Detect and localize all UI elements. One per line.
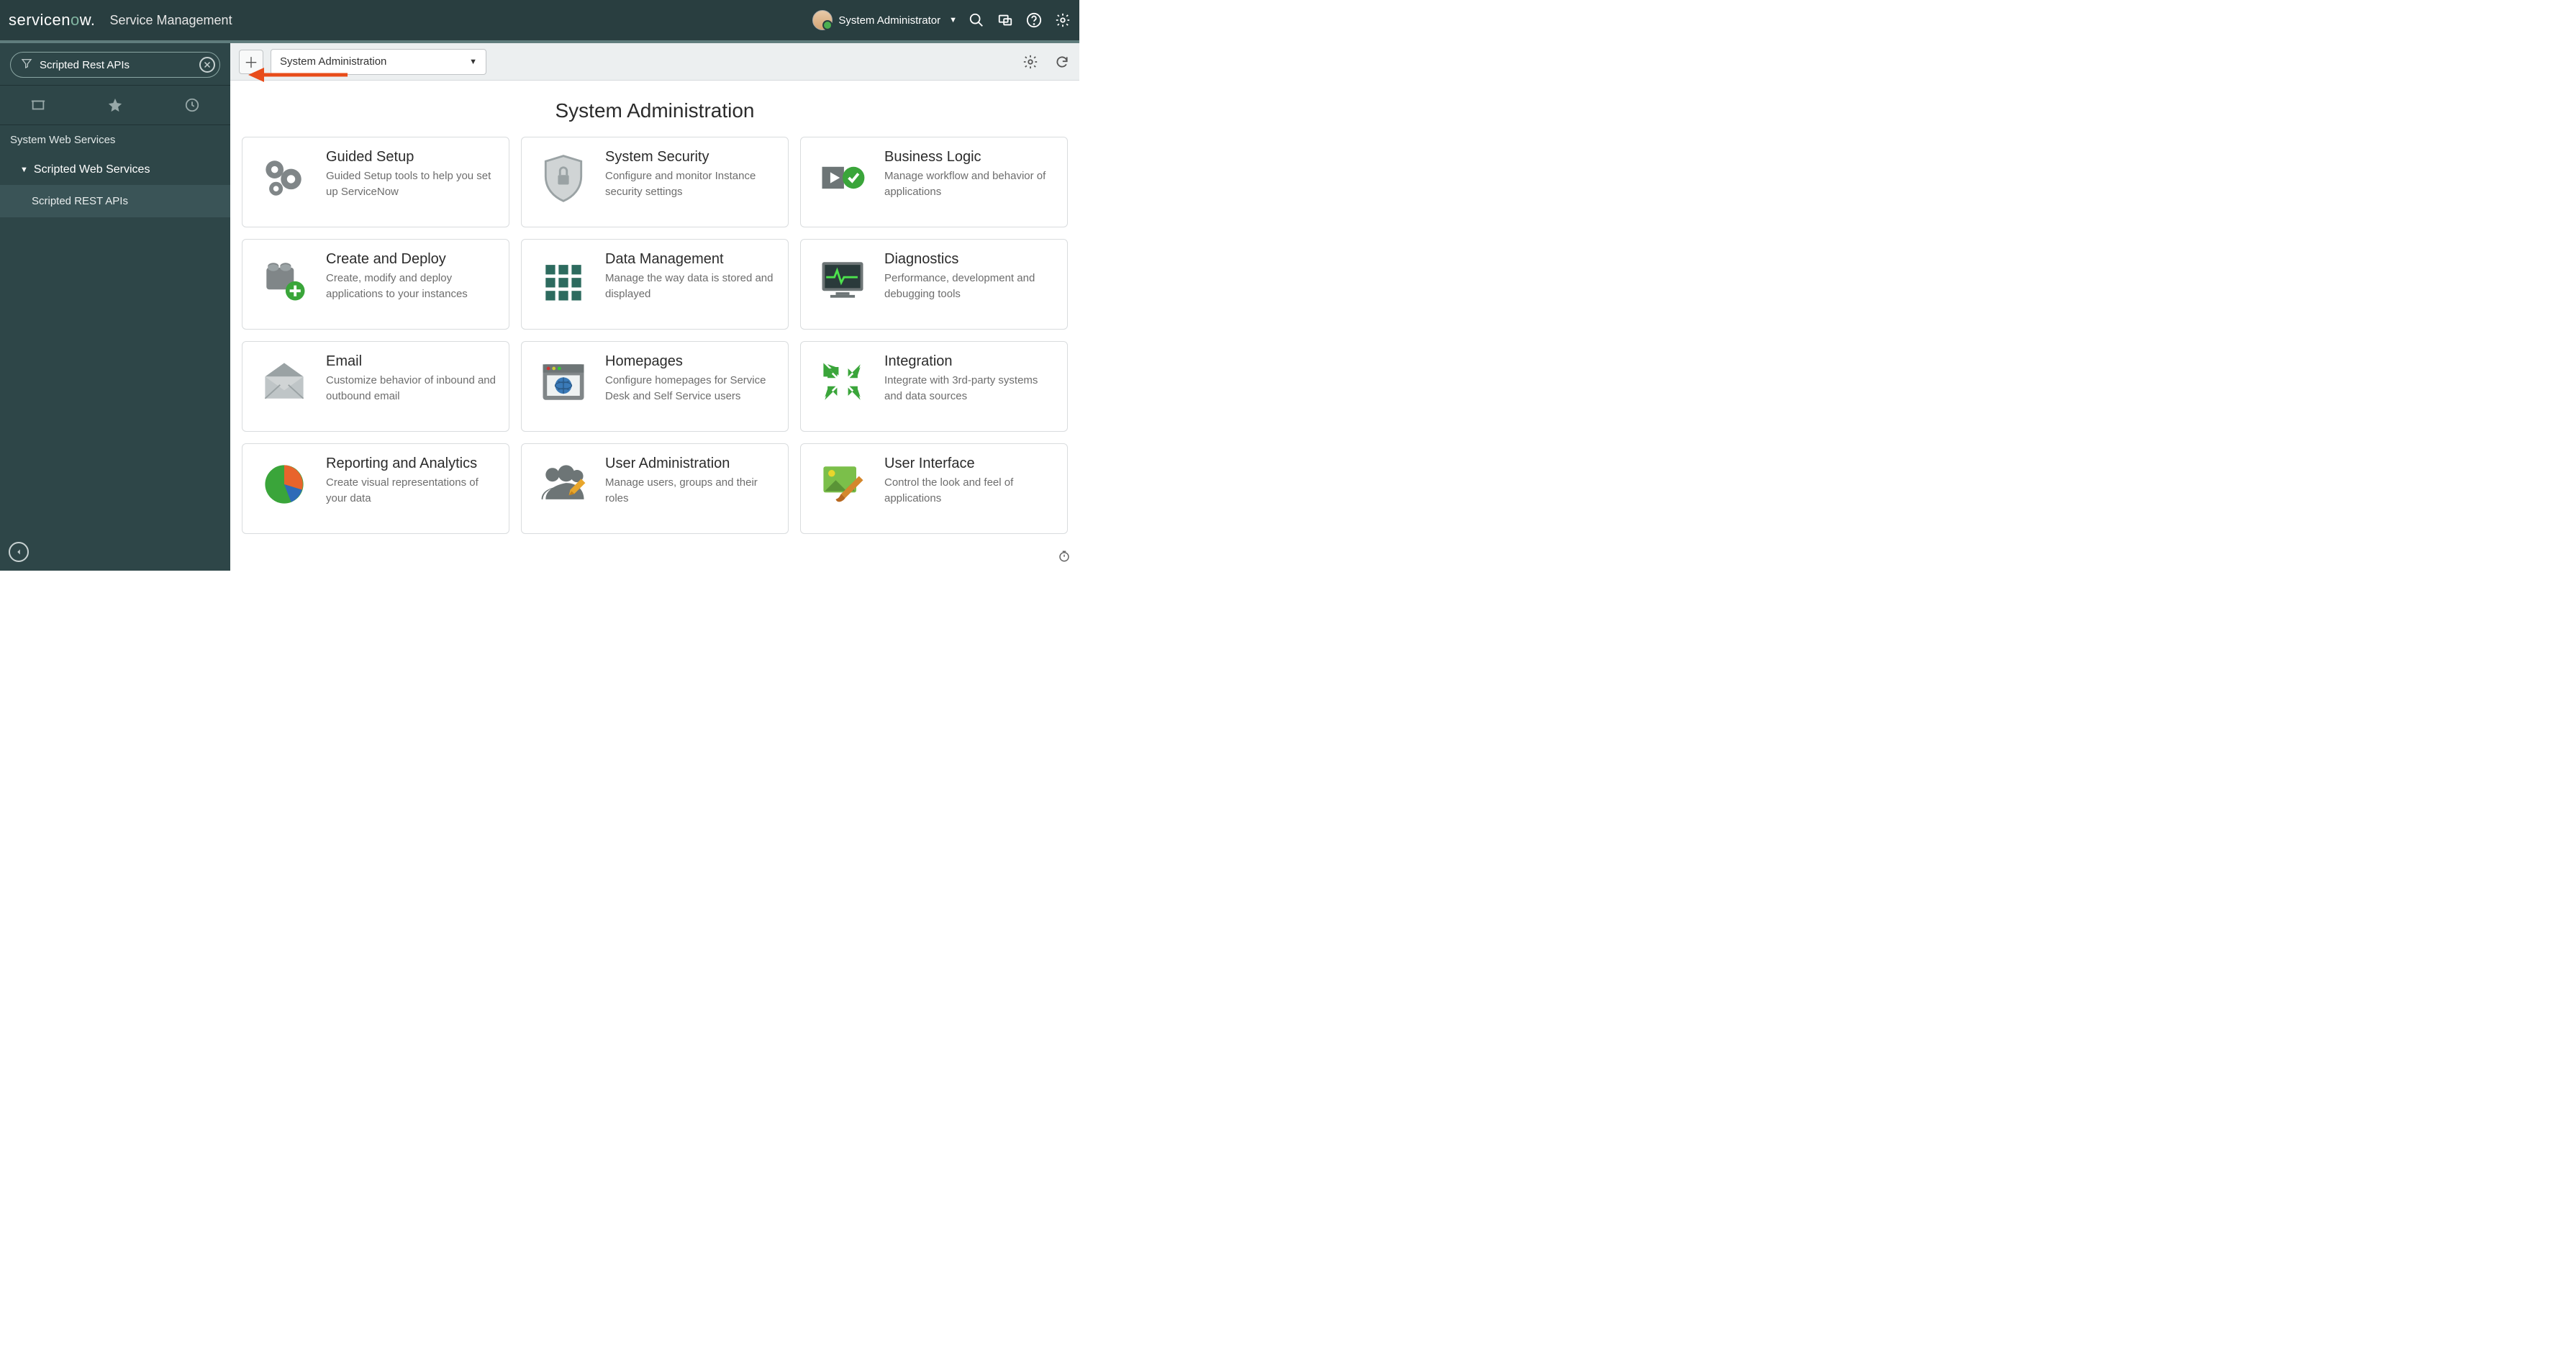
nav-tab-favorites[interactable] — [77, 86, 154, 124]
nav-group-label: Scripted Web Services — [34, 163, 150, 176]
gear-icon[interactable] — [1055, 12, 1071, 28]
card-grid: Guided Setup Guided Setup tools to help … — [230, 137, 1079, 545]
card-desc: Customize behavior of inbound and outbou… — [326, 373, 496, 404]
card-reporting[interactable]: Reporting and Analytics Create visual re… — [242, 443, 509, 534]
add-button[interactable]: ＋ — [239, 50, 263, 74]
context-value: System Administration — [280, 55, 386, 68]
monitor-pulse-icon — [814, 251, 871, 309]
card-email[interactable]: Email Customize behavior of inbound and … — [242, 341, 509, 432]
filter-navigator[interactable] — [10, 52, 220, 78]
product-name: Service Management — [109, 13, 232, 28]
clear-filter-icon[interactable] — [199, 57, 215, 73]
card-title: Business Logic — [884, 149, 1054, 166]
card-title: System Security — [605, 149, 775, 166]
card-title: Create and Deploy — [326, 251, 496, 268]
card-desc: Manage users, groups and their roles — [605, 475, 775, 507]
card-title: User Interface — [884, 456, 1054, 472]
response-time-icon[interactable] — [1058, 550, 1071, 566]
arrows-in-icon — [814, 353, 871, 411]
card-title: Email — [326, 353, 496, 370]
nav-tab-all[interactable] — [0, 86, 77, 124]
pie-chart-icon — [255, 456, 313, 513]
nav-item-scripted-rest-apis[interactable]: Scripted REST APIs — [0, 185, 230, 217]
blocks-plus-icon — [255, 251, 313, 309]
chat-icon[interactable] — [997, 12, 1013, 28]
main-content: ＋ System Administration ▼ System Adminis… — [230, 43, 1079, 571]
browser-globe-icon — [535, 353, 592, 411]
users-pencil-icon — [535, 456, 592, 513]
card-desc: Performance, development and debugging t… — [884, 271, 1054, 302]
card-create-deploy[interactable]: Create and Deploy Create, modify and dep… — [242, 239, 509, 330]
card-desc: Guided Setup tools to help you set up Se… — [326, 168, 496, 200]
play-check-icon — [814, 149, 871, 207]
gears-icon — [255, 149, 313, 207]
card-title: Reporting and Analytics — [326, 456, 496, 472]
card-title: Guided Setup — [326, 149, 496, 166]
envelope-icon — [255, 353, 313, 411]
app-header: servicenow. Service Management System Ad… — [0, 0, 1079, 40]
user-name: System Administrator — [838, 14, 940, 27]
navigator-sidebar: System Web Services ▼ Scripted Web Servi… — [0, 43, 230, 571]
card-desc: Manage the way data is stored and displa… — [605, 271, 775, 302]
nav-group-scripted-web-services[interactable]: ▼ Scripted Web Services — [0, 155, 230, 185]
card-guided-setup[interactable]: Guided Setup Guided Setup tools to help … — [242, 137, 509, 227]
card-title: Integration — [884, 353, 1054, 370]
page-title: System Administration — [230, 81, 1079, 137]
funnel-icon — [21, 58, 32, 73]
nav-section-header[interactable]: System Web Services — [0, 125, 230, 155]
card-title: Data Management — [605, 251, 775, 268]
card-business-logic[interactable]: Business Logic Manage workflow and behav… — [800, 137, 1068, 227]
search-icon[interactable] — [969, 12, 984, 28]
card-title: Homepages — [605, 353, 775, 370]
card-desc: Manage workflow and behavior of applicat… — [884, 168, 1054, 200]
card-desc: Create visual representations of your da… — [326, 475, 496, 507]
card-diagnostics[interactable]: Diagnostics Performance, development and… — [800, 239, 1068, 330]
gear-icon[interactable] — [1022, 53, 1039, 71]
servicenow-logo: servicenow. — [9, 11, 95, 30]
help-icon[interactable] — [1026, 12, 1042, 28]
card-desc: Configure homepages for Service Desk and… — [605, 373, 775, 404]
shield-lock-icon — [535, 149, 592, 207]
collapse-sidebar-button[interactable] — [9, 542, 29, 562]
card-title: Diagnostics — [884, 251, 1054, 268]
card-user-administration[interactable]: User Administration Manage users, groups… — [521, 443, 789, 534]
grid-icon — [535, 251, 592, 309]
context-picker[interactable]: System Administration ▼ — [271, 49, 486, 75]
card-homepages[interactable]: Homepages Configure homepages for Servic… — [521, 341, 789, 432]
card-desc: Integrate with 3rd-party systems and dat… — [884, 373, 1054, 404]
card-desc: Control the look and feel of application… — [884, 475, 1054, 507]
card-user-interface[interactable]: User Interface Control the look and feel… — [800, 443, 1068, 534]
nav-tab-history[interactable] — [153, 86, 230, 124]
chevron-down-icon: ▼ — [20, 166, 28, 174]
card-desc: Create, modify and deploy applications t… — [326, 271, 496, 302]
card-title: User Administration — [605, 456, 775, 472]
card-data-management[interactable]: Data Management Manage the way data is s… — [521, 239, 789, 330]
user-menu[interactable]: System Administrator ▼ — [812, 10, 957, 30]
filter-input[interactable] — [40, 59, 192, 71]
content-toolbar: ＋ System Administration ▼ — [230, 43, 1079, 81]
image-brush-icon — [814, 456, 871, 513]
card-desc: Configure and monitor Instance security … — [605, 168, 775, 200]
refresh-icon[interactable] — [1053, 53, 1071, 71]
card-integration[interactable]: Integration Integrate with 3rd-party sys… — [800, 341, 1068, 432]
card-system-security[interactable]: System Security Configure and monitor In… — [521, 137, 789, 227]
chevron-down-icon: ▼ — [949, 16, 957, 24]
avatar — [812, 10, 833, 30]
chevron-down-icon: ▼ — [469, 58, 477, 66]
